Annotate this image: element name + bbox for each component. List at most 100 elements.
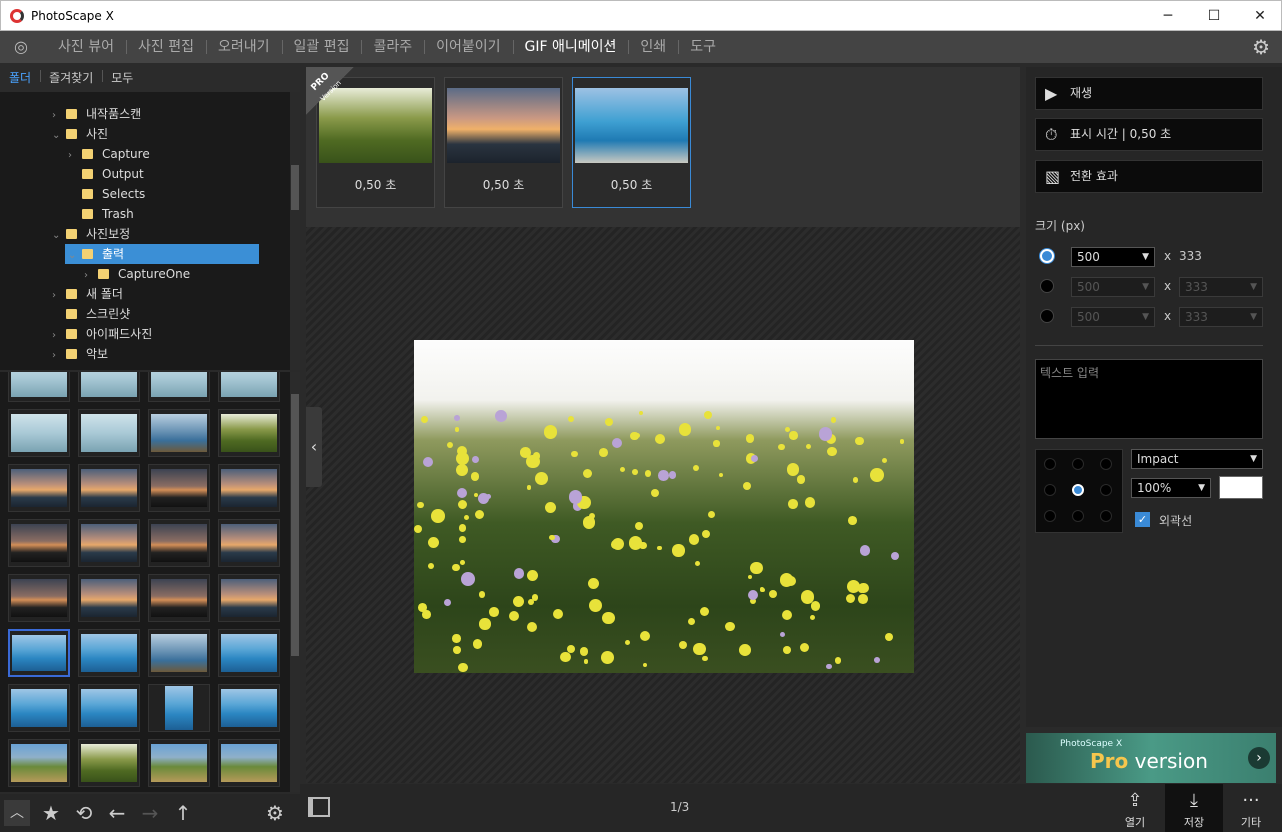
- tree-item[interactable]: ⌄ 사진보정: [52, 224, 130, 244]
- display-time-button[interactable]: ⏱ 표시 시간 | 0,50 초: [1035, 118, 1263, 151]
- width-select[interactable]: 500 ▼: [1071, 247, 1155, 267]
- thumbnail[interactable]: [8, 519, 70, 567]
- thumbnail[interactable]: [218, 739, 280, 787]
- minimize-button[interactable]: ─: [1145, 1, 1191, 31]
- text-input[interactable]: 텍스트 입력: [1035, 359, 1263, 439]
- size-option-radio[interactable]: [1040, 249, 1054, 263]
- thumbnail[interactable]: [8, 574, 70, 622]
- thumbnail[interactable]: [8, 739, 70, 787]
- thumbnail[interactable]: [78, 372, 140, 402]
- refresh-icon[interactable]: ⟲: [71, 800, 97, 826]
- text-position-dot[interactable]: [1072, 510, 1084, 522]
- thumbnail[interactable]: [218, 409, 280, 457]
- thumbnail-scrollbar[interactable]: [290, 372, 300, 792]
- thumbnail[interactable]: [148, 574, 210, 622]
- up-arrow-icon[interactable]: ↑: [170, 800, 196, 826]
- height-select[interactable]: 333 ▼: [1179, 307, 1263, 327]
- back-arrow-icon[interactable]: ←: [104, 800, 130, 826]
- tab-3[interactable]: 일괄 편집: [281, 31, 362, 63]
- app-home-icon[interactable]: ◎: [10, 37, 32, 57]
- thumbnail[interactable]: [78, 684, 140, 732]
- thumbnail[interactable]: [78, 464, 140, 512]
- transition-effect-button[interactable]: ▧ 전환 효과: [1035, 160, 1263, 193]
- browser-tab-2[interactable]: 모두: [102, 69, 142, 86]
- tree-expand-icon[interactable]: ›: [52, 106, 66, 126]
- text-position-dot[interactable]: [1100, 458, 1112, 470]
- animation-frame[interactable]: 0,50 초: [572, 77, 691, 208]
- tree-item[interactable]: › Capture: [68, 144, 150, 164]
- tree-item[interactable]: › 악보: [52, 344, 108, 364]
- thumbnail[interactable]: [148, 372, 210, 402]
- tree-item[interactable]: › 아이패드사진: [52, 324, 152, 344]
- thumbnail[interactable]: [78, 629, 140, 677]
- thumbnail[interactable]: [8, 464, 70, 512]
- thumbnail[interactable]: [8, 409, 70, 457]
- tab-0[interactable]: 사진 뷰어: [46, 31, 126, 63]
- tab-7[interactable]: 인쇄: [628, 31, 678, 63]
- text-position-dot[interactable]: [1100, 510, 1112, 522]
- thumbnail[interactable]: [148, 684, 210, 732]
- tree-item[interactable]: Selects: [68, 184, 145, 204]
- text-position-dot[interactable]: [1100, 484, 1112, 496]
- tree-item[interactable]: ⌄ 출력: [65, 244, 259, 264]
- animation-frame[interactable]: 0,50 초: [444, 77, 563, 208]
- size-option-radio[interactable]: [1040, 279, 1054, 293]
- tab-8[interactable]: 도구: [678, 31, 728, 63]
- opacity-select[interactable]: 100% ▼: [1131, 478, 1211, 498]
- height-select[interactable]: 333 ▼: [1179, 277, 1263, 297]
- size-option-radio[interactable]: [1040, 309, 1054, 323]
- save-button[interactable]: ⤓ 저장: [1165, 784, 1223, 832]
- thumbnail[interactable]: [148, 739, 210, 787]
- thumbnail[interactable]: [8, 629, 70, 677]
- favorite-star-icon[interactable]: ★: [38, 800, 64, 826]
- font-select[interactable]: Impact ▼: [1131, 449, 1263, 469]
- tree-expand-icon[interactable]: ›: [52, 286, 66, 306]
- toggle-panel-icon[interactable]: [308, 797, 330, 817]
- thumbnail[interactable]: [148, 409, 210, 457]
- folder-tree-scrollbar[interactable]: [290, 100, 300, 370]
- tree-expand-icon[interactable]: ⌄: [68, 246, 82, 266]
- banner-arrow-icon[interactable]: ›: [1248, 747, 1270, 769]
- text-position-dot[interactable]: [1044, 458, 1056, 470]
- thumbnail[interactable]: [218, 372, 280, 402]
- tree-expand-icon[interactable]: ⌄: [52, 126, 66, 146]
- browser-settings-gear-icon[interactable]: ⚙: [262, 800, 288, 826]
- thumbnail[interactable]: [218, 519, 280, 567]
- tree-expand-icon[interactable]: ›: [52, 346, 66, 366]
- thumbnail[interactable]: [218, 464, 280, 512]
- thumbnail[interactable]: [8, 372, 70, 402]
- tab-2[interactable]: 오려내기: [205, 31, 282, 63]
- browser-tab-0[interactable]: 폴더: [0, 69, 40, 86]
- close-button[interactable]: ✕: [1237, 1, 1282, 31]
- thumbnail[interactable]: [218, 684, 280, 732]
- text-position-dot[interactable]: [1072, 484, 1084, 496]
- outline-checkbox[interactable]: ✓: [1135, 512, 1150, 527]
- text-position-dot[interactable]: [1044, 484, 1056, 496]
- scroll-thumb[interactable]: [291, 394, 299, 656]
- tree-item[interactable]: › CaptureOne: [84, 264, 190, 284]
- thumbnail[interactable]: [148, 519, 210, 567]
- text-position-dot[interactable]: [1072, 458, 1084, 470]
- more-button[interactable]: ··· 기타: [1222, 784, 1280, 832]
- tree-item[interactable]: Trash: [68, 204, 134, 224]
- pro-version-banner[interactable]: PhotoScape X Pro version ›: [1026, 733, 1276, 783]
- thumbnail[interactable]: [78, 739, 140, 787]
- text-position-dot[interactable]: [1044, 510, 1056, 522]
- browser-tab-1[interactable]: 즐겨찾기: [40, 69, 102, 86]
- tree-expand-icon[interactable]: ›: [52, 326, 66, 346]
- thumbnail[interactable]: [148, 629, 210, 677]
- tab-4[interactable]: 콜라주: [361, 31, 424, 63]
- tree-item[interactable]: › 새 폴더: [52, 284, 123, 304]
- width-select[interactable]: 500 ▼: [1071, 277, 1155, 297]
- tree-expand-icon[interactable]: ⌄: [52, 226, 66, 246]
- width-select[interactable]: 500 ▼: [1071, 307, 1155, 327]
- thumbnail[interactable]: [78, 409, 140, 457]
- settings-gear-icon[interactable]: ⚙: [1252, 35, 1270, 59]
- collapse-up-icon[interactable]: ︿: [4, 800, 30, 826]
- thumbnail[interactable]: [8, 684, 70, 732]
- maximize-button[interactable]: ☐: [1191, 1, 1237, 31]
- text-color-swatch[interactable]: [1219, 476, 1263, 499]
- tree-expand-icon[interactable]: ›: [84, 266, 98, 286]
- tree-item[interactable]: 스크린샷: [52, 304, 130, 324]
- scroll-thumb[interactable]: [291, 165, 299, 210]
